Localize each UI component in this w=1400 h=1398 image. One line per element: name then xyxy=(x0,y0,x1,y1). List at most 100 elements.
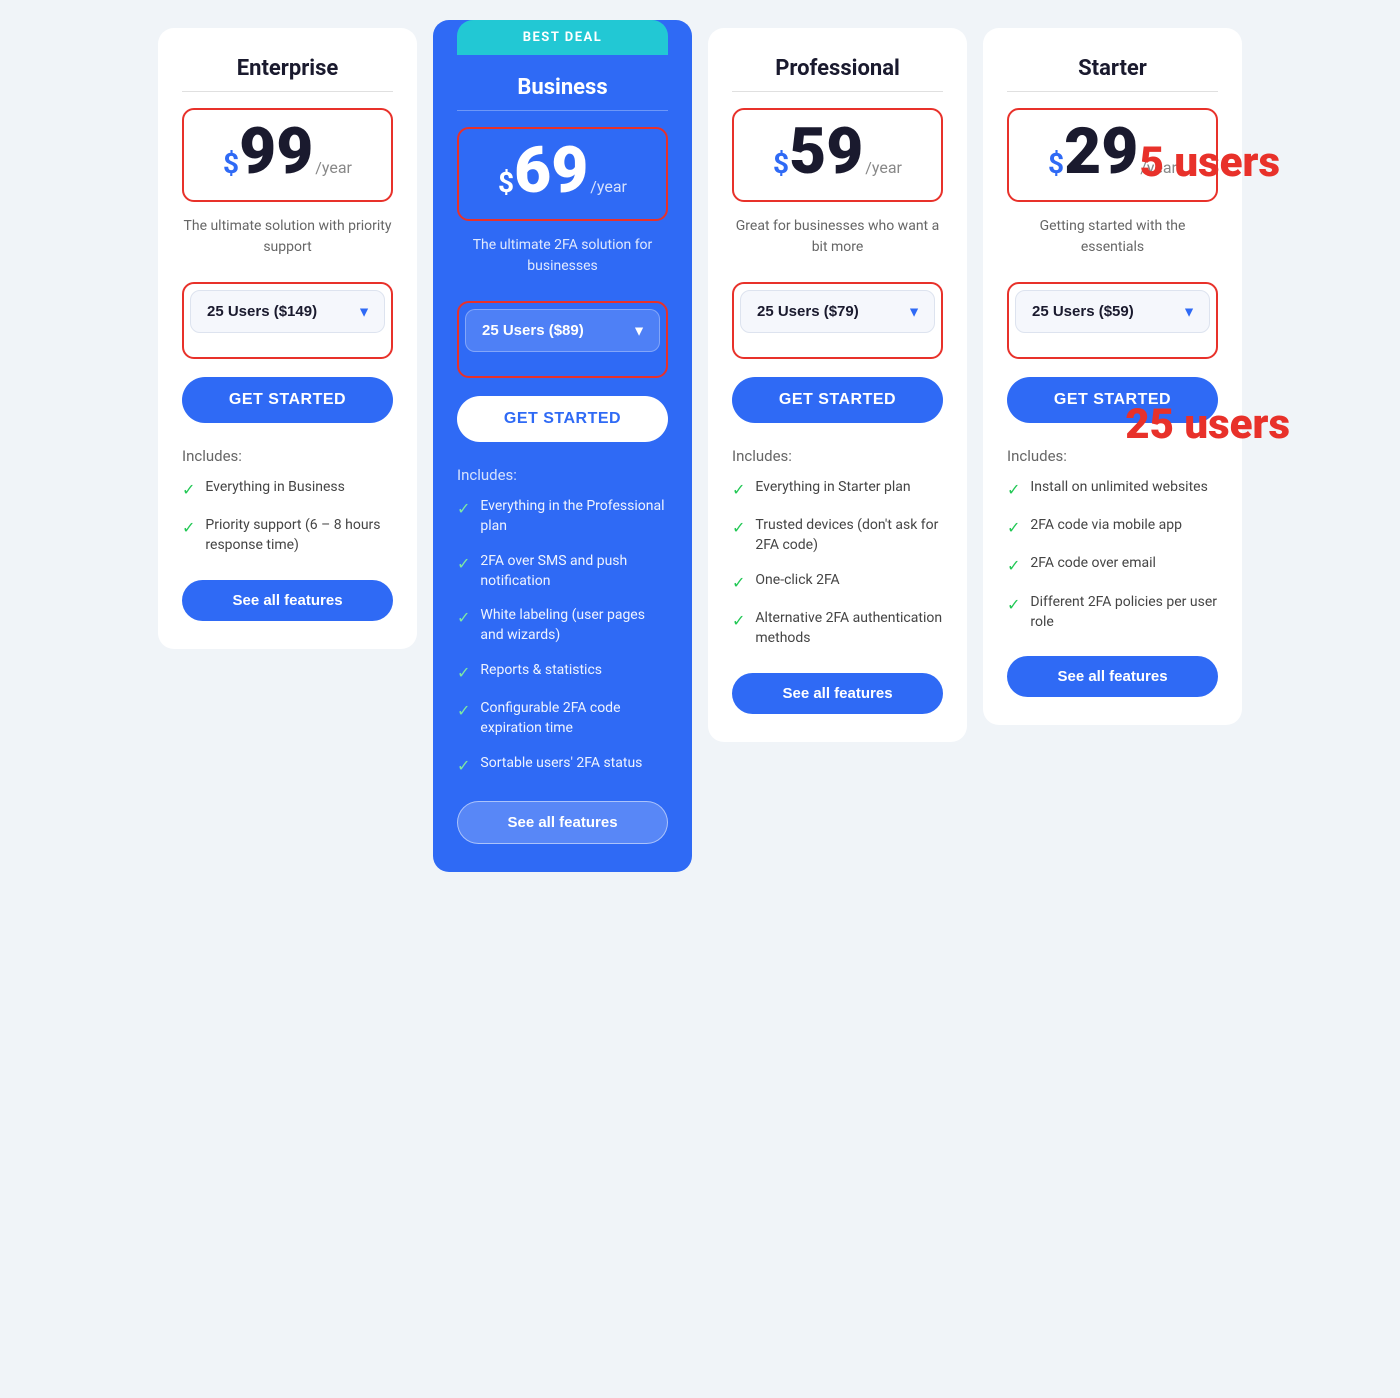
price-amount-starter: 29 xyxy=(1064,120,1138,184)
price-dollar-business: $ xyxy=(498,166,514,199)
users-box-business: 25 Users ($89)5 Users ($69)10 Users ($79… xyxy=(457,301,668,378)
feature-text: Sortable users' 2FA status xyxy=(480,753,642,773)
users-select-professional[interactable]: 25 Users ($79)5 Users ($59)10 Users ($69… xyxy=(740,290,935,333)
check-icon: ✓ xyxy=(732,516,745,539)
feature-text: Install on unlimited websites xyxy=(1030,477,1207,497)
feature-item: ✓ Trusted devices (don't ask for 2FA cod… xyxy=(732,515,943,556)
get-started-button-enterprise[interactable]: GET STARTED xyxy=(182,377,393,423)
feature-item: ✓ Sortable users' 2FA status xyxy=(457,753,668,777)
see-all-button-business[interactable]: See all features xyxy=(457,801,668,844)
feature-text: Alternative 2FA authentication methods xyxy=(755,608,943,649)
check-icon: ✓ xyxy=(1007,478,1020,501)
feature-text: 2FA code over email xyxy=(1030,553,1156,573)
see-all-button-starter[interactable]: See all features xyxy=(1007,656,1218,697)
feature-item: ✓ Everything in Business xyxy=(182,477,393,501)
feature-item: ✓ 2FA code over email xyxy=(1007,553,1218,577)
feature-item: ✓ Configurable 2FA code expiration time xyxy=(457,698,668,739)
check-icon: ✓ xyxy=(457,552,470,575)
plan-name-business: Business xyxy=(457,75,668,100)
feature-item: ✓ Priority support (6 – 8 hours response… xyxy=(182,515,393,556)
feature-text: Reports & statistics xyxy=(480,660,602,680)
check-icon: ✓ xyxy=(457,699,470,722)
check-icon: ✓ xyxy=(457,606,470,629)
feature-text: One-click 2FA xyxy=(755,570,839,590)
price-dollar-professional: $ xyxy=(773,147,789,180)
users-select-business[interactable]: 25 Users ($89)5 Users ($69)10 Users ($79… xyxy=(465,309,660,352)
feature-text: 2FA over SMS and push notification xyxy=(480,551,668,592)
users-select-wrap-business: 25 Users ($89)5 Users ($69)10 Users ($79… xyxy=(465,309,660,352)
get-started-button-professional[interactable]: GET STARTED xyxy=(732,377,943,423)
check-icon: ✓ xyxy=(457,754,470,777)
feature-item: ✓ 2FA code via mobile app xyxy=(1007,515,1218,539)
users-select-wrap-enterprise: 25 Users ($149)5 Users ($99)10 Users ($1… xyxy=(190,290,385,333)
includes-label-starter: Includes: xyxy=(1007,447,1218,465)
feature-list-professional: ✓ Everything in Starter plan ✓ Trusted d… xyxy=(732,477,943,649)
feature-list-business: ✓ Everything in the Professional plan ✓ … xyxy=(457,496,668,777)
price-period-business: /year xyxy=(590,177,627,196)
price-dollar-enterprise: $ xyxy=(223,147,239,180)
price-box-professional: $ 59 /year xyxy=(732,108,943,202)
price-dollar-starter: $ xyxy=(1048,147,1064,180)
price-period-enterprise: /year xyxy=(315,158,352,177)
feature-item: ✓ Everything in Starter plan xyxy=(732,477,943,501)
check-icon: ✓ xyxy=(182,478,195,501)
users-select-starter[interactable]: 25 Users ($59)5 Users ($29)10 Users ($39… xyxy=(1015,290,1210,333)
check-icon: ✓ xyxy=(457,497,470,520)
see-all-button-professional[interactable]: See all features xyxy=(732,673,943,714)
check-icon: ✓ xyxy=(1007,554,1020,577)
users-select-wrap-starter: 25 Users ($59)5 Users ($29)10 Users ($39… xyxy=(1015,290,1210,333)
get-started-button-business[interactable]: GET STARTED xyxy=(457,396,668,442)
includes-label-business: Includes: xyxy=(457,466,668,484)
feature-item: ✓ Everything in the Professional plan xyxy=(457,496,668,537)
price-box-business: $ 69 /year xyxy=(457,127,668,221)
plan-name-enterprise: Enterprise xyxy=(182,56,393,81)
pricing-container: Enterprise $ 99 /year The ultimate solut… xyxy=(150,20,1250,880)
annotation-25users: 25 users xyxy=(1125,400,1290,449)
feature-item: ✓ One-click 2FA xyxy=(732,570,943,594)
includes-label-professional: Includes: xyxy=(732,447,943,465)
users-select-wrap-professional: 25 Users ($79)5 Users ($59)10 Users ($69… xyxy=(740,290,935,333)
plan-description-business: The ultimate 2FA solution for businesses xyxy=(457,235,668,283)
best-deal-badge: BEST DEAL xyxy=(457,20,668,55)
feature-list-starter: ✓ Install on unlimited websites ✓ 2FA co… xyxy=(1007,477,1218,632)
check-icon: ✓ xyxy=(182,516,195,539)
plan-card-business: BEST DEAL Business $ 69 /year The ultimat… xyxy=(433,20,692,872)
feature-item: ✓ Different 2FA policies per user role xyxy=(1007,592,1218,633)
check-icon: ✓ xyxy=(732,609,745,632)
feature-text: Everything in Business xyxy=(205,477,344,497)
feature-text: Trusted devices (don't ask for 2FA code) xyxy=(755,515,943,556)
feature-text: Configurable 2FA code expiration time xyxy=(480,698,668,739)
check-icon: ✓ xyxy=(1007,516,1020,539)
plan-name-professional: Professional xyxy=(732,56,943,81)
check-icon: ✓ xyxy=(1007,593,1020,616)
users-box-starter: 25 Users ($59)5 Users ($29)10 Users ($39… xyxy=(1007,282,1218,359)
price-amount-enterprise: 99 xyxy=(239,120,313,184)
check-icon: ✓ xyxy=(457,661,470,684)
check-icon: ✓ xyxy=(732,571,745,594)
plan-description-enterprise: The ultimate solution with priority supp… xyxy=(182,216,393,264)
includes-label-enterprise: Includes: xyxy=(182,447,393,465)
check-icon: ✓ xyxy=(732,478,745,501)
users-box-professional: 25 Users ($79)5 Users ($59)10 Users ($69… xyxy=(732,282,943,359)
feature-item: ✓ Install on unlimited websites xyxy=(1007,477,1218,501)
feature-text: 2FA code via mobile app xyxy=(1030,515,1182,535)
feature-text: Different 2FA policies per user role xyxy=(1030,592,1218,633)
price-box-enterprise: $ 99 /year xyxy=(182,108,393,202)
price-amount-business: 69 xyxy=(514,139,588,203)
feature-item: ✓ White labeling (user pages and wizards… xyxy=(457,605,668,646)
feature-text: White labeling (user pages and wizards) xyxy=(480,605,668,646)
users-select-enterprise[interactable]: 25 Users ($149)5 Users ($99)10 Users ($1… xyxy=(190,290,385,333)
users-box-enterprise: 25 Users ($149)5 Users ($99)10 Users ($1… xyxy=(182,282,393,359)
see-all-button-enterprise[interactable]: See all features xyxy=(182,580,393,621)
annotation-5users: 5 users xyxy=(1140,138,1280,187)
price-period-professional: /year xyxy=(865,158,902,177)
feature-text: Priority support (6 – 8 hours response t… xyxy=(205,515,393,556)
feature-list-enterprise: ✓ Everything in Business ✓ Priority supp… xyxy=(182,477,393,556)
feature-item: ✓ Alternative 2FA authentication methods xyxy=(732,608,943,649)
feature-text: Everything in Starter plan xyxy=(755,477,910,497)
plan-description-professional: Great for businesses who want a bit more xyxy=(732,216,943,264)
plan-description-starter: Getting started with the essentials xyxy=(1007,216,1218,264)
plan-card-starter: Starter $ 29 /year Getting started with … xyxy=(983,28,1242,725)
feature-item: ✓ Reports & statistics xyxy=(457,660,668,684)
feature-item: ✓ 2FA over SMS and push notification xyxy=(457,551,668,592)
